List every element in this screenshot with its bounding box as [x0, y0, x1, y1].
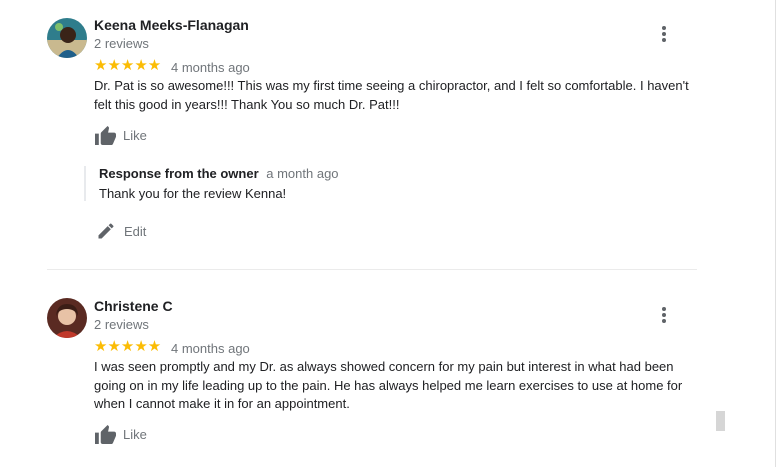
- scrollbar-thumb[interactable]: [716, 411, 725, 431]
- more-vert-icon[interactable]: [654, 23, 674, 45]
- reviewer-name[interactable]: Christene C: [94, 298, 173, 314]
- like-label: Like: [123, 427, 147, 442]
- review-count[interactable]: 2 reviews: [94, 317, 149, 332]
- reviewer-avatar[interactable]: [47, 18, 87, 58]
- edit-label: Edit: [124, 223, 147, 239]
- response-text: Thank you for the review Kenna!: [99, 186, 287, 201]
- more-vert-icon[interactable]: [654, 304, 674, 326]
- owner-response: Response from the owner a month ago Than…: [84, 166, 699, 201]
- reviewer-avatar[interactable]: [47, 298, 87, 338]
- thumb-up-icon: [95, 125, 116, 146]
- review-text: I was seen promptly and my Dr. as always…: [94, 359, 683, 411]
- thumb-up-icon: [95, 424, 116, 445]
- review-time: 4 months ago: [171, 60, 250, 75]
- review-time: 4 months ago: [171, 341, 250, 356]
- review-divider: [47, 269, 697, 270]
- response-title: Response from the owner: [99, 166, 259, 181]
- like-button[interactable]: Like: [94, 125, 147, 146]
- response-time: a month ago: [266, 166, 339, 181]
- review-count[interactable]: 2 reviews: [94, 36, 149, 51]
- reviewer-name[interactable]: Keena Meeks-Flanagan: [94, 17, 249, 33]
- star-rating: ★★★★★: [94, 338, 162, 355]
- review-text: Dr. Pat is so awesome!!! This was my fir…: [94, 78, 689, 112]
- edit-button[interactable]: Edit: [96, 221, 146, 241]
- like-button[interactable]: Like: [94, 424, 147, 445]
- pencil-icon: [98, 223, 114, 239]
- panel-border: [775, 0, 776, 467]
- like-label: Like: [123, 128, 147, 143]
- star-rating: ★★★★★: [94, 57, 162, 74]
